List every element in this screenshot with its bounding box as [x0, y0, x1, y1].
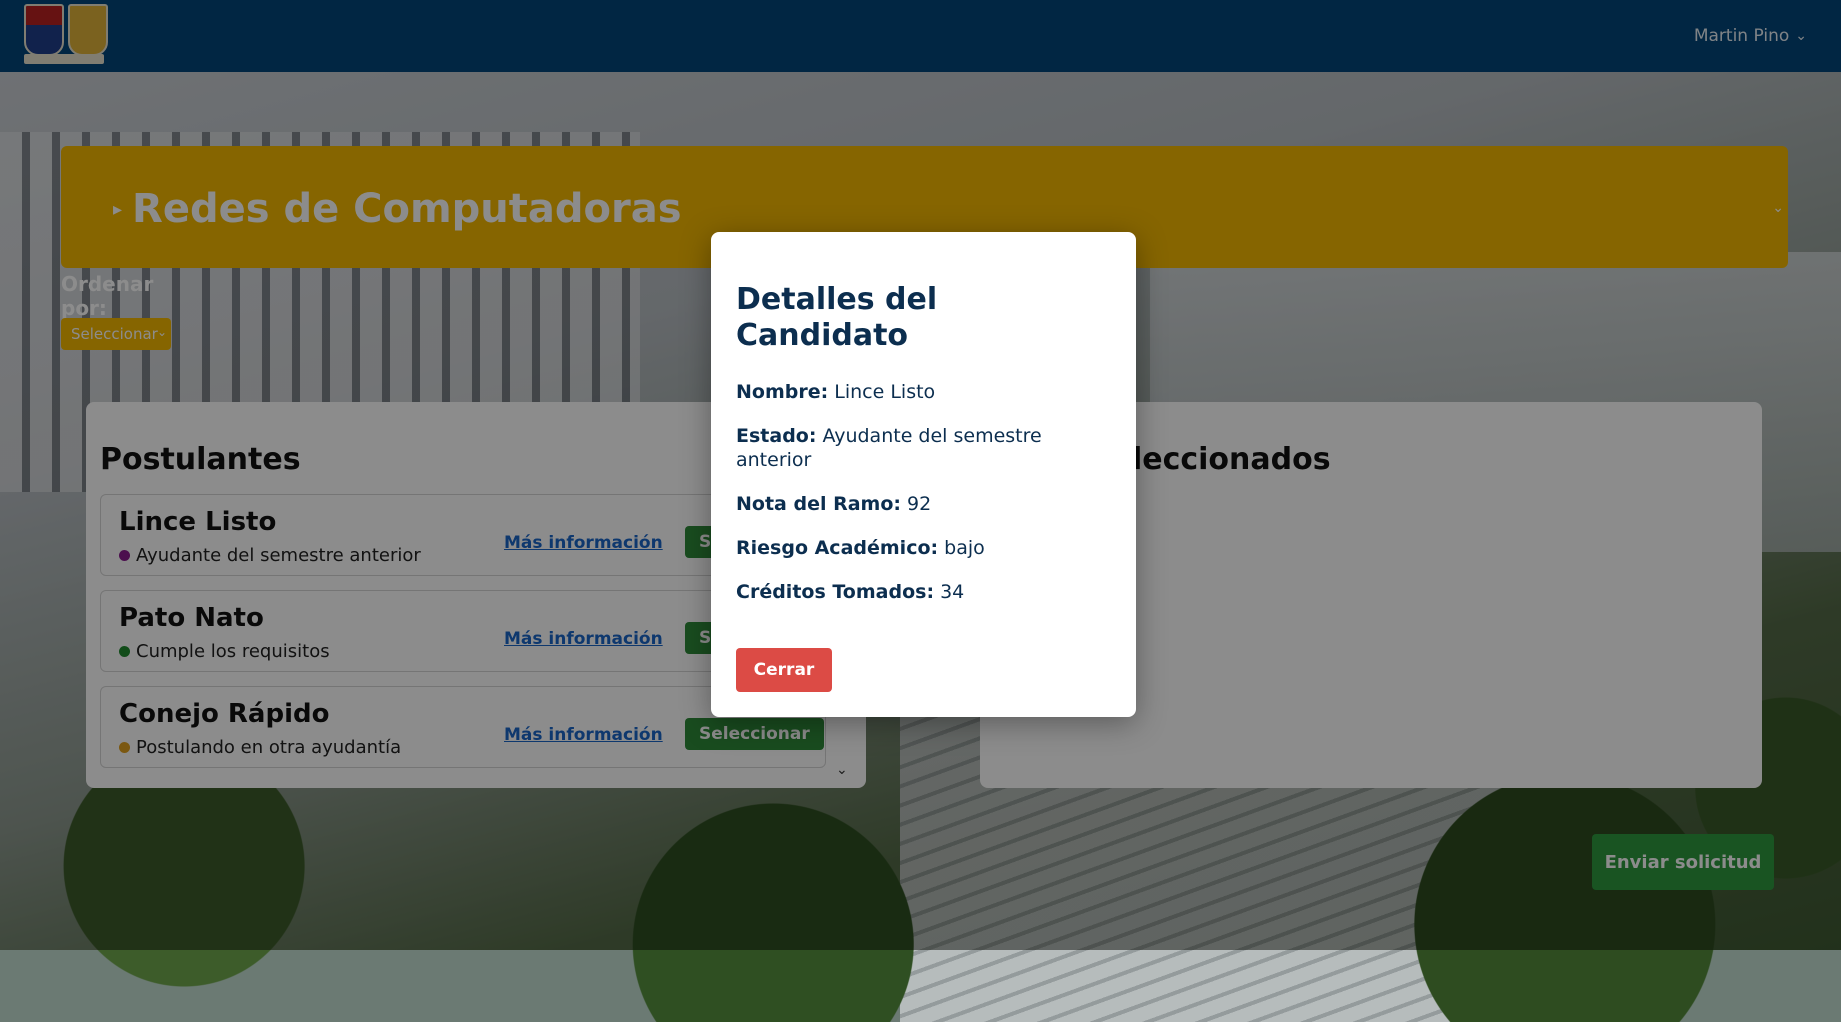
detail-value: Lince Listo [834, 381, 936, 403]
modal-title: Detalles del Candidato [736, 282, 938, 353]
detail-label: Riesgo Académico: [736, 537, 939, 559]
candidate-details-modal: Detalles del Candidato Nombre: Lince Lis… [711, 232, 1136, 717]
detail-label: Estado: [736, 425, 817, 447]
detail-risk: Riesgo Académico: bajo [736, 536, 1116, 560]
detail-value: 34 [940, 581, 965, 603]
detail-label: Nota del Ramo: [736, 493, 901, 515]
detail-value: bajo [944, 537, 985, 559]
detail-grade: Nota del Ramo: 92 [736, 492, 1116, 516]
detail-label: Créditos Tomados: [736, 581, 935, 603]
detail-name: Nombre: Lince Listo [736, 380, 1116, 404]
detail-label: Nombre: [736, 381, 829, 403]
detail-status: Estado: Ayudante del semestre anterior [736, 424, 1116, 472]
close-button[interactable]: Cerrar [736, 648, 832, 692]
detail-value: 92 [907, 493, 932, 515]
detail-credits: Créditos Tomados: 34 [736, 580, 1116, 604]
